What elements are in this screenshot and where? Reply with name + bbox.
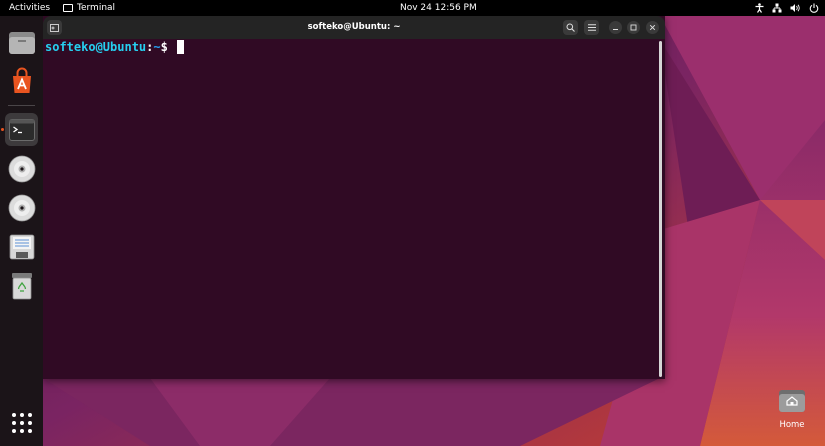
home-folder-icon	[779, 390, 805, 412]
dock-floppy[interactable]	[5, 230, 38, 263]
text-cursor	[177, 40, 185, 54]
close-button[interactable]	[646, 21, 659, 34]
search-icon	[566, 23, 575, 32]
top-bar: Activities Terminal Nov 24 12:56 PM	[0, 0, 825, 16]
hamburger-menu-icon	[587, 24, 596, 31]
prompt-path: ~	[153, 40, 161, 54]
cd-icon	[8, 155, 35, 182]
close-icon	[649, 24, 656, 31]
volume-icon[interactable]	[790, 3, 801, 13]
running-indicator	[1, 128, 4, 131]
desktop-home-icon[interactable]: Home	[772, 388, 812, 430]
app-grid-icon	[11, 412, 32, 433]
menu-button[interactable]	[584, 20, 599, 35]
trash-icon	[11, 272, 32, 299]
minimize-button[interactable]	[609, 21, 622, 34]
app-menu-label: Terminal	[77, 3, 116, 13]
dock-disc-2[interactable]	[5, 191, 38, 224]
dock-trash[interactable]	[5, 269, 38, 302]
terminal-body[interactable]	[43, 39, 665, 379]
accessibility-icon[interactable]	[755, 3, 764, 13]
home-label: Home	[779, 420, 805, 430]
power-icon[interactable]	[809, 3, 819, 13]
dock-show-apps[interactable]	[5, 406, 38, 439]
dock-disc-1[interactable]	[5, 152, 38, 185]
terminal-icon	[8, 118, 35, 141]
app-menu[interactable]: Terminal	[63, 0, 115, 16]
maximize-button[interactable]	[627, 21, 640, 34]
dock-files[interactable]	[5, 26, 38, 59]
search-button[interactable]	[563, 20, 578, 35]
minimize-icon	[613, 29, 618, 30]
files-icon	[8, 31, 35, 54]
prompt-symbol: $	[160, 40, 168, 54]
terminal-header-bar[interactable]: softeko@Ubuntu: ~	[43, 16, 665, 39]
network-icon[interactable]	[772, 3, 782, 13]
dock-separator	[8, 105, 35, 106]
dock	[0, 16, 43, 446]
prompt-line: softeko@Ubuntu:~$	[45, 40, 185, 54]
maximize-icon	[630, 24, 637, 31]
dock-terminal[interactable]	[5, 113, 38, 146]
dock-app-center[interactable]	[5, 64, 38, 97]
clock[interactable]: Nov 24 12:56 PM	[400, 0, 477, 16]
terminal-window[interactable]: softeko@Ubuntu: ~ softeko@Ubuntu:~$	[43, 16, 665, 379]
window-icon	[63, 4, 73, 12]
cd-icon	[8, 194, 35, 221]
activities-button[interactable]: Activities	[9, 0, 50, 16]
app-center-icon	[12, 67, 31, 93]
floppy-icon	[9, 234, 34, 259]
prompt-user: softeko@Ubuntu	[45, 40, 147, 54]
system-tray[interactable]	[755, 0, 819, 16]
terminal-scrollbar[interactable]	[659, 41, 662, 377]
